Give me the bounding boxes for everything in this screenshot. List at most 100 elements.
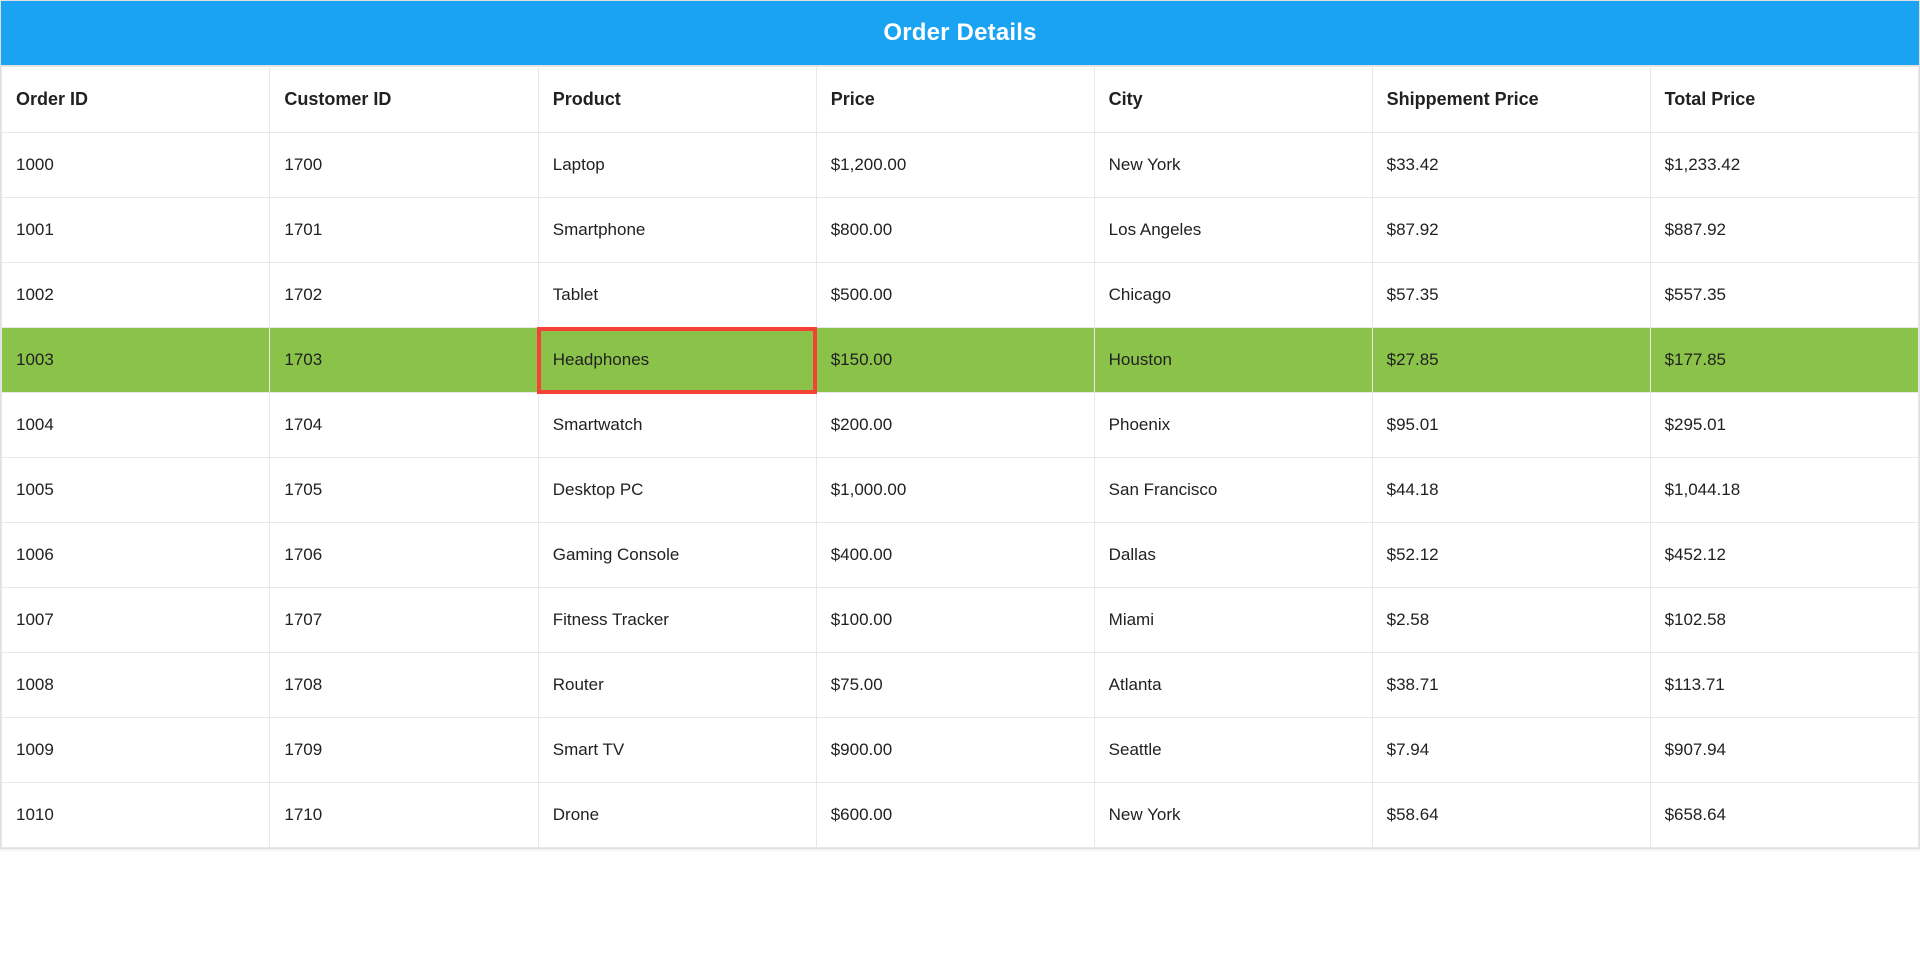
cell-city[interactable]: San Francisco xyxy=(1094,458,1372,523)
cell-shipment[interactable]: $58.64 xyxy=(1372,783,1650,848)
cell-price[interactable]: $500.00 xyxy=(816,263,1094,328)
cell-total[interactable]: $1,233.42 xyxy=(1650,133,1918,198)
table-row[interactable]: 10051705Desktop PC$1,000.00San Francisco… xyxy=(2,458,1919,523)
header-row: Order ID Customer ID Product Price City … xyxy=(2,67,1919,133)
cell-product[interactable]: Router xyxy=(538,653,816,718)
cell-shipment[interactable]: $87.92 xyxy=(1372,198,1650,263)
cell-orderId[interactable]: 1010 xyxy=(2,783,270,848)
table-row[interactable]: 10041704Smartwatch$200.00Phoenix$95.01$2… xyxy=(2,393,1919,458)
table-row[interactable]: 10081708Router$75.00Atlanta$38.71$113.71 xyxy=(2,653,1919,718)
cell-product[interactable]: Fitness Tracker xyxy=(538,588,816,653)
col-header-customer[interactable]: Customer ID xyxy=(270,67,538,133)
cell-total[interactable]: $452.12 xyxy=(1650,523,1918,588)
cell-total[interactable]: $1,044.18 xyxy=(1650,458,1918,523)
cell-customerId[interactable]: 1701 xyxy=(270,198,538,263)
cell-price[interactable]: $800.00 xyxy=(816,198,1094,263)
cell-total[interactable]: $113.71 xyxy=(1650,653,1918,718)
cell-orderId[interactable]: 1001 xyxy=(2,198,270,263)
cell-price[interactable]: $1,200.00 xyxy=(816,133,1094,198)
cell-total[interactable]: $557.35 xyxy=(1650,263,1918,328)
cell-orderId[interactable]: 1002 xyxy=(2,263,270,328)
cell-total[interactable]: $295.01 xyxy=(1650,393,1918,458)
cell-shipment[interactable]: $52.12 xyxy=(1372,523,1650,588)
cell-customerId[interactable]: 1710 xyxy=(270,783,538,848)
col-header-price[interactable]: Price xyxy=(816,67,1094,133)
cell-orderId[interactable]: 1006 xyxy=(2,523,270,588)
cell-shipment[interactable]: $57.35 xyxy=(1372,263,1650,328)
col-header-shipment[interactable]: Shippement Price xyxy=(1372,67,1650,133)
cell-shipment[interactable]: $95.01 xyxy=(1372,393,1650,458)
cell-shipment[interactable]: $2.58 xyxy=(1372,588,1650,653)
table-row[interactable]: 10061706Gaming Console$400.00Dallas$52.1… xyxy=(2,523,1919,588)
cell-orderId[interactable]: 1003 xyxy=(2,328,270,393)
table-row[interactable]: 10031703Headphones$150.00Houston$27.85$1… xyxy=(2,328,1919,393)
cell-product[interactable]: Tablet xyxy=(538,263,816,328)
col-header-product[interactable]: Product xyxy=(538,67,816,133)
cell-price[interactable]: $1,000.00 xyxy=(816,458,1094,523)
cell-customerId[interactable]: 1706 xyxy=(270,523,538,588)
cell-city[interactable]: Los Angeles xyxy=(1094,198,1372,263)
cell-orderId[interactable]: 1000 xyxy=(2,133,270,198)
cell-customerId[interactable]: 1708 xyxy=(270,653,538,718)
cell-city[interactable]: Phoenix xyxy=(1094,393,1372,458)
cell-total[interactable]: $658.64 xyxy=(1650,783,1918,848)
col-header-total[interactable]: Total Price xyxy=(1650,67,1918,133)
cell-city[interactable]: Houston xyxy=(1094,328,1372,393)
table-body: 10001700Laptop$1,200.00New York$33.42$1,… xyxy=(2,133,1919,848)
cell-city[interactable]: New York xyxy=(1094,783,1372,848)
cell-city[interactable]: Atlanta xyxy=(1094,653,1372,718)
cell-customerId[interactable]: 1707 xyxy=(270,588,538,653)
cell-product[interactable]: Headphones xyxy=(538,328,816,393)
cell-product[interactable]: Smart TV xyxy=(538,718,816,783)
col-header-orderid[interactable]: Order ID xyxy=(2,67,270,133)
cell-orderId[interactable]: 1008 xyxy=(2,653,270,718)
cell-city[interactable]: Dallas xyxy=(1094,523,1372,588)
cell-orderId[interactable]: 1007 xyxy=(2,588,270,653)
cell-product[interactable]: Smartwatch xyxy=(538,393,816,458)
cell-city[interactable]: New York xyxy=(1094,133,1372,198)
cell-customerId[interactable]: 1709 xyxy=(270,718,538,783)
cell-price[interactable]: $900.00 xyxy=(816,718,1094,783)
cell-price[interactable]: $75.00 xyxy=(816,653,1094,718)
cell-total[interactable]: $907.94 xyxy=(1650,718,1918,783)
cell-shipment[interactable]: $33.42 xyxy=(1372,133,1650,198)
cell-shipment[interactable]: $44.18 xyxy=(1372,458,1650,523)
cell-city[interactable]: Chicago xyxy=(1094,263,1372,328)
cell-product[interactable]: Drone xyxy=(538,783,816,848)
grid-title: Order Details xyxy=(1,1,1919,66)
table-row[interactable]: 10091709Smart TV$900.00Seattle$7.94$907.… xyxy=(2,718,1919,783)
cell-customerId[interactable]: 1705 xyxy=(270,458,538,523)
cell-city[interactable]: Seattle xyxy=(1094,718,1372,783)
cell-customerId[interactable]: 1700 xyxy=(270,133,538,198)
cell-product[interactable]: Desktop PC xyxy=(538,458,816,523)
cell-price[interactable]: $200.00 xyxy=(816,393,1094,458)
order-table: Order ID Customer ID Product Price City … xyxy=(1,66,1919,848)
cell-total[interactable]: $177.85 xyxy=(1650,328,1918,393)
cell-orderId[interactable]: 1009 xyxy=(2,718,270,783)
cell-total[interactable]: $102.58 xyxy=(1650,588,1918,653)
table-row[interactable]: 10071707Fitness Tracker$100.00Miami$2.58… xyxy=(2,588,1919,653)
table-header: Order ID Customer ID Product Price City … xyxy=(2,67,1919,133)
cell-product[interactable]: Laptop xyxy=(538,133,816,198)
table-row[interactable]: 10101710Drone$600.00New York$58.64$658.6… xyxy=(2,783,1919,848)
table-row[interactable]: 10021702Tablet$500.00Chicago$57.35$557.3… xyxy=(2,263,1919,328)
table-row[interactable]: 10001700Laptop$1,200.00New York$33.42$1,… xyxy=(2,133,1919,198)
cell-price[interactable]: $600.00 xyxy=(816,783,1094,848)
cell-shipment[interactable]: $38.71 xyxy=(1372,653,1650,718)
cell-price[interactable]: $100.00 xyxy=(816,588,1094,653)
cell-customerId[interactable]: 1702 xyxy=(270,263,538,328)
cell-city[interactable]: Miami xyxy=(1094,588,1372,653)
cell-customerId[interactable]: 1704 xyxy=(270,393,538,458)
cell-price[interactable]: $400.00 xyxy=(816,523,1094,588)
cell-total[interactable]: $887.92 xyxy=(1650,198,1918,263)
cell-price[interactable]: $150.00 xyxy=(816,328,1094,393)
cell-shipment[interactable]: $7.94 xyxy=(1372,718,1650,783)
cell-customerId[interactable]: 1703 xyxy=(270,328,538,393)
cell-product[interactable]: Gaming Console xyxy=(538,523,816,588)
cell-product[interactable]: Smartphone xyxy=(538,198,816,263)
cell-orderId[interactable]: 1004 xyxy=(2,393,270,458)
cell-shipment[interactable]: $27.85 xyxy=(1372,328,1650,393)
cell-orderId[interactable]: 1005 xyxy=(2,458,270,523)
table-row[interactable]: 10011701Smartphone$800.00Los Angeles$87.… xyxy=(2,198,1919,263)
col-header-city[interactable]: City xyxy=(1094,67,1372,133)
